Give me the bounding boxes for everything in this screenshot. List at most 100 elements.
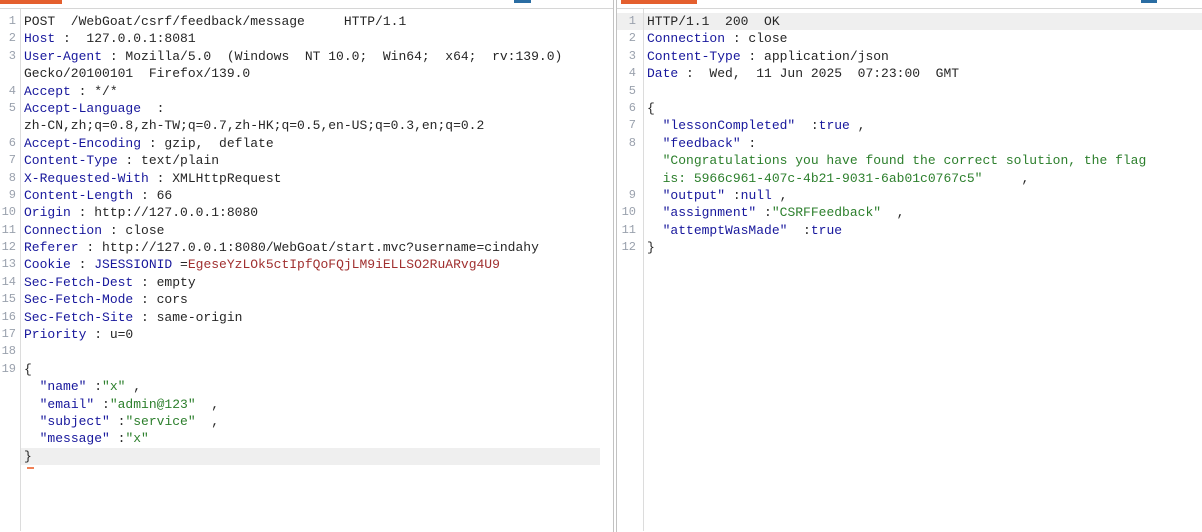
code-line-text: {	[643, 100, 1202, 117]
code-segment: :	[795, 118, 818, 133]
code-segment: true	[819, 118, 850, 133]
code-line-text: Sec-Fetch-Dest : empty	[20, 274, 600, 291]
code-row[interactable]: 11Connection : close	[0, 222, 613, 239]
code-row[interactable]: 15Sec-Fetch-Mode : cors	[0, 291, 613, 308]
code-row[interactable]: "Congratulations you have found the corr…	[617, 152, 1202, 169]
code-row[interactable]: 2Connection : close	[617, 30, 1202, 47]
line-number: 2	[617, 30, 643, 47]
code-row[interactable]: 9Content-Length : 66	[0, 187, 613, 204]
code-line-text: }	[643, 239, 1202, 256]
response-editor[interactable]: 1HTTP/1.1 200 OK2Connection : close3Cont…	[617, 9, 1202, 531]
code-row[interactable]: 1HTTP/1.1 200 OK	[617, 13, 1202, 30]
response-panel: 1HTTP/1.1 200 OK2Connection : close3Cont…	[617, 0, 1202, 532]
code-line-text: "message" :"x"	[20, 430, 600, 447]
code-row[interactable]: zh-CN,zh;q=0.8,zh-TW;q=0.7,zh-HK;q=0.5,e…	[0, 117, 613, 134]
code-segment	[24, 414, 40, 429]
code-row[interactable]: "subject" :"service" ,	[0, 413, 613, 430]
code-row[interactable]: 17Priority : u=0	[0, 326, 613, 343]
code-row[interactable]: 12}	[617, 239, 1202, 256]
code-segment: "feedback"	[663, 136, 741, 151]
code-row[interactable]: }	[0, 448, 613, 465]
code-row[interactable]: "email" :"admin@123" ,	[0, 396, 613, 413]
line-number: 18	[0, 343, 20, 360]
request-linebreak-toggle-underline[interactable]	[514, 0, 531, 3]
code-segment: }	[647, 240, 655, 255]
line-number: 4	[617, 65, 643, 82]
code-row[interactable]: 8X-Requested-With : XMLHttpRequest	[0, 170, 613, 187]
code-row[interactable]: 19{	[0, 361, 613, 378]
code-segment: }	[24, 449, 32, 464]
code-row[interactable]: 5Accept-Language :	[0, 100, 613, 117]
code-line-text: "attemptWasMade" :true	[643, 222, 1202, 239]
code-segment: Accept-Language	[24, 101, 141, 116]
code-row[interactable]: 18	[0, 343, 613, 360]
code-line-text: Referer : http://127.0.0.1:8080/WebGoat/…	[20, 239, 600, 256]
code-row[interactable]: 10 "assignment" :"CSRFFeedback" ,	[617, 204, 1202, 221]
line-number: 6	[617, 100, 643, 117]
code-segment: "output"	[663, 188, 725, 203]
code-segment: X-Requested-With	[24, 171, 149, 186]
code-segment: :	[787, 223, 810, 238]
line-number: 1	[0, 13, 20, 30]
code-row[interactable]: 11 "attemptWasMade" :true	[617, 222, 1202, 239]
code-line-text	[20, 343, 600, 360]
code-segment: Connection	[647, 31, 725, 46]
code-row[interactable]: 6Accept-Encoding : gzip, deflate	[0, 135, 613, 152]
code-row[interactable]: 5	[617, 83, 1202, 100]
code-line-text: User-Agent : Mozilla/5.0 (Windows NT 10.…	[20, 48, 600, 65]
code-segment: ,	[881, 205, 904, 220]
code-row[interactable]: 2Host : 127.0.0.1:8081	[0, 30, 613, 47]
code-row[interactable]: 7 "lessonCompleted" :true ,	[617, 117, 1202, 134]
line-number: 7	[0, 152, 20, 169]
code-segment: "CSRFFeedback"	[772, 205, 881, 220]
code-segment: Sec-Fetch-Site	[24, 310, 133, 325]
code-row[interactable]: "message" :"x"	[0, 430, 613, 447]
code-segment: ,	[125, 379, 141, 394]
code-segment	[647, 136, 663, 151]
code-row[interactable]: 3User-Agent : Mozilla/5.0 (Windows NT 10…	[0, 48, 613, 65]
line-number: 10	[0, 204, 20, 221]
request-active-tab-underline[interactable]	[0, 0, 62, 4]
response-linebreak-toggle-underline[interactable]	[1141, 0, 1157, 3]
code-segment: :	[725, 188, 741, 203]
line-number: 9	[0, 187, 20, 204]
code-row[interactable]: Gecko/20100101 Firefox/139.0	[0, 65, 613, 82]
code-segment: "Congratulations you have found the corr…	[663, 153, 1147, 168]
code-segment: Referer	[24, 240, 79, 255]
code-row[interactable]: is: 5966c961-407c-4b21-9031-6ab01c0767c5…	[617, 170, 1202, 187]
line-number	[0, 430, 20, 447]
code-row[interactable]: 3Content-Type : application/json	[617, 48, 1202, 65]
code-row[interactable]: "name" :"x" ,	[0, 378, 613, 395]
code-segment: :	[756, 205, 772, 220]
code-segment: : http://127.0.0.1:8080	[71, 205, 258, 220]
code-row[interactable]: 13Cookie : JSESSIONID =EgeseYzLOk5ctIpfQ…	[0, 256, 613, 273]
code-segment: =	[172, 257, 188, 272]
line-number: 19	[0, 361, 20, 378]
code-row[interactable]: 4Date : Wed, 11 Jun 2025 07:23:00 GMT	[617, 65, 1202, 82]
request-editor[interactable]: 1POST /WebGoat/csrf/feedback/message HTT…	[0, 9, 613, 531]
code-row[interactable]: 6{	[617, 100, 1202, 117]
code-segment	[24, 397, 40, 412]
code-row[interactable]: 1POST /WebGoat/csrf/feedback/message HTT…	[0, 13, 613, 30]
code-segment: "x"	[125, 431, 148, 446]
code-segment: Content-Type	[647, 49, 741, 64]
code-row[interactable]: 14Sec-Fetch-Dest : empty	[0, 274, 613, 291]
code-segment: : empty	[133, 275, 195, 290]
line-number	[0, 396, 20, 413]
line-number	[617, 152, 643, 169]
code-segment: Content-Type	[24, 153, 118, 168]
code-segment: "x"	[102, 379, 125, 394]
code-row[interactable]: 4Accept : */*	[0, 83, 613, 100]
code-row[interactable]: 10Origin : http://127.0.0.1:8080	[0, 204, 613, 221]
code-segment: : u=0	[86, 327, 133, 342]
code-row[interactable]: 7Content-Type : text/plain	[0, 152, 613, 169]
code-row[interactable]: 12Referer : http://127.0.0.1:8080/WebGoa…	[0, 239, 613, 256]
line-number	[0, 413, 20, 430]
code-segment: : 127.0.0.1:8081	[55, 31, 195, 46]
line-number: 4	[0, 83, 20, 100]
line-number	[0, 448, 20, 465]
response-active-tab-underline[interactable]	[621, 0, 697, 4]
code-row[interactable]: 16Sec-Fetch-Site : same-origin	[0, 309, 613, 326]
code-row[interactable]: 8 "feedback" :	[617, 135, 1202, 152]
code-row[interactable]: 9 "output" :null ,	[617, 187, 1202, 204]
